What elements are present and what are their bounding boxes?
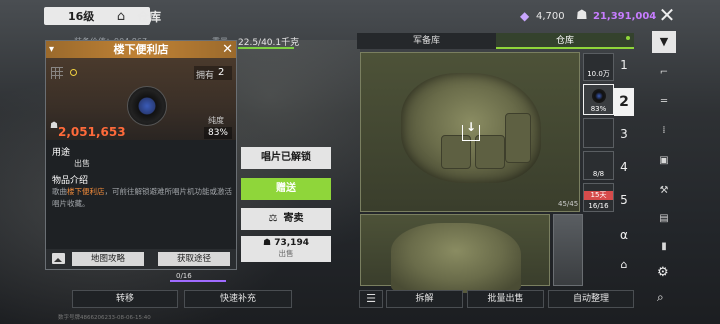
slot-ammo[interactable]: 15天 16/16 (583, 183, 614, 212)
purity-label: 纯度 (208, 116, 224, 125)
quick-refill-button[interactable]: 快速补充 (184, 290, 292, 308)
unlock-record-button[interactable]: 唱片已解锁 (241, 147, 331, 169)
auto-sort-button[interactable]: 自动整理 (548, 290, 634, 308)
page-2[interactable]: 2 (614, 88, 634, 116)
page-4[interactable]: 4 (614, 160, 634, 174)
item-price: 2,051,653 (58, 125, 126, 139)
sell-button[interactable]: ☗ 73,194 出售 (241, 236, 331, 262)
slot-bar (170, 280, 226, 282)
item-detail-popup: ▾ 楼下便利店 ✕ 拥有 2 纯度 83% ☗ 2,051,653 用途 出售 … (45, 40, 237, 270)
intro-title: 物品介绍 (52, 176, 89, 186)
storage-tabs: 军备库 仓库 (357, 33, 634, 49)
rifle-icon[interactable]: ═ (654, 93, 674, 111)
item-description: 歌曲楼下便利店，可前往解锁避难所唱片机功能或激活唱片收藏。 (52, 186, 232, 210)
slot-count: 0/16 (176, 272, 192, 280)
own-label: 拥有 (196, 71, 215, 81)
slot-banknotes[interactable]: 10.0万 (583, 53, 614, 81)
tab-armory[interactable]: 军备库 (357, 33, 496, 49)
popup-close-icon[interactable]: ✕ (222, 41, 233, 58)
armor-icon[interactable]: ▣ (654, 152, 674, 170)
expiry-tag: 15天 (584, 191, 613, 200)
ammo-icon[interactable]: ⁞ (654, 122, 674, 140)
gear-icon[interactable]: ⚙ (657, 265, 669, 280)
popup-header: ▾ 楼下便利店 ✕ (46, 41, 236, 58)
desc-highlight[interactable]: 楼下便利店 (67, 187, 105, 196)
search-icon[interactable]: ⌕ (657, 290, 664, 305)
home-icon[interactable]: ⌂ (113, 8, 129, 24)
tab-warehouse[interactable]: 仓库 (496, 33, 634, 49)
consign-button[interactable]: ⚖ 寄卖 (241, 208, 331, 230)
gift-button[interactable]: 赠送 (241, 178, 331, 200)
menu-icon[interactable]: ☰ (359, 290, 383, 308)
tool-icon[interactable]: ⚒ (654, 182, 674, 200)
close-icon[interactable]: ✕ (656, 4, 678, 26)
backpack-icon (391, 223, 521, 293)
get-source-button[interactable]: 获取途径 (158, 252, 230, 266)
pouch (505, 113, 531, 163)
slot-caption: 83% (590, 105, 607, 113)
slot-empty[interactable] (583, 118, 614, 148)
disassemble-button[interactable]: 拆解 (386, 290, 463, 308)
pistol-icon[interactable]: ⌐ (654, 64, 674, 82)
map-guide-button[interactable]: 地图攻略 (72, 252, 144, 266)
page-title: 仓库 (137, 10, 162, 24)
container-icon[interactable]: ▤ (654, 210, 674, 228)
diamond-icon: ◆ (520, 9, 530, 23)
page-3[interactable]: 3 (614, 127, 634, 141)
own-count: 2 (218, 67, 225, 78)
weight-bar (238, 47, 294, 49)
vinyl-record-icon (592, 89, 606, 103)
quality-ring-icon (70, 69, 77, 76)
misc-icon[interactable]: ▮ (654, 238, 674, 256)
use-title: 用途 (52, 148, 71, 158)
slot-caption: 10.0万 (587, 70, 610, 78)
grid-icon (51, 67, 63, 79)
image-icon[interactable] (52, 253, 65, 264)
price-coin-icon: ☗ (50, 121, 59, 131)
page-5[interactable]: 5 (614, 193, 634, 207)
bulk-sell-button[interactable]: 批量出售 (467, 290, 544, 308)
coin-count: 21,391,004 (593, 11, 657, 22)
sell-price: ☗ 73,194 (263, 238, 309, 248)
slot-device[interactable]: 8/8 (583, 151, 614, 180)
consign-icon: ⚖ (268, 213, 278, 224)
slot-caption: 16/16 (588, 202, 609, 210)
slot-capacity: 45/45 (558, 200, 579, 208)
storage-building-icon[interactable]: ⌂ (614, 258, 634, 271)
item-slot-secondary[interactable] (360, 214, 550, 293)
container-slot[interactable] (553, 214, 583, 286)
tab-warehouse-label: 仓库 (555, 36, 574, 46)
chevron-down-icon[interactable]: ▾ (49, 41, 54, 58)
slot-caption: 8/8 (592, 170, 605, 178)
consign-label: 寄卖 (283, 213, 304, 224)
download-icon[interactable] (462, 120, 480, 141)
level-badge: 16级 (44, 7, 150, 25)
coin-icon: ☗ (576, 8, 588, 23)
item-title: 楼下便利店 (113, 43, 169, 56)
vinyl-record-icon (127, 86, 167, 126)
filter-icon[interactable]: ▼ (652, 31, 676, 53)
desc-prefix: 歌曲 (52, 187, 67, 196)
diamond-count: 4,700 (536, 11, 565, 22)
popup-footer: 地图攻略 获取途径 (46, 249, 236, 269)
sell-price-value: 73,194 (274, 238, 309, 248)
notification-dot (626, 36, 630, 40)
page-1[interactable]: 1 (614, 58, 634, 72)
item-slot-backpack[interactable] (360, 52, 580, 212)
page-alpha[interactable]: α (614, 228, 634, 242)
slot-record[interactable]: 83% (583, 84, 614, 115)
footnote: 数字号牌4866206233-08-06-15:40 (58, 315, 151, 321)
use-value: 出售 (74, 159, 90, 168)
sell-label: 出售 (278, 249, 294, 258)
purity-value: 83% (204, 127, 232, 139)
transfer-button[interactable]: 转移 (72, 290, 178, 308)
